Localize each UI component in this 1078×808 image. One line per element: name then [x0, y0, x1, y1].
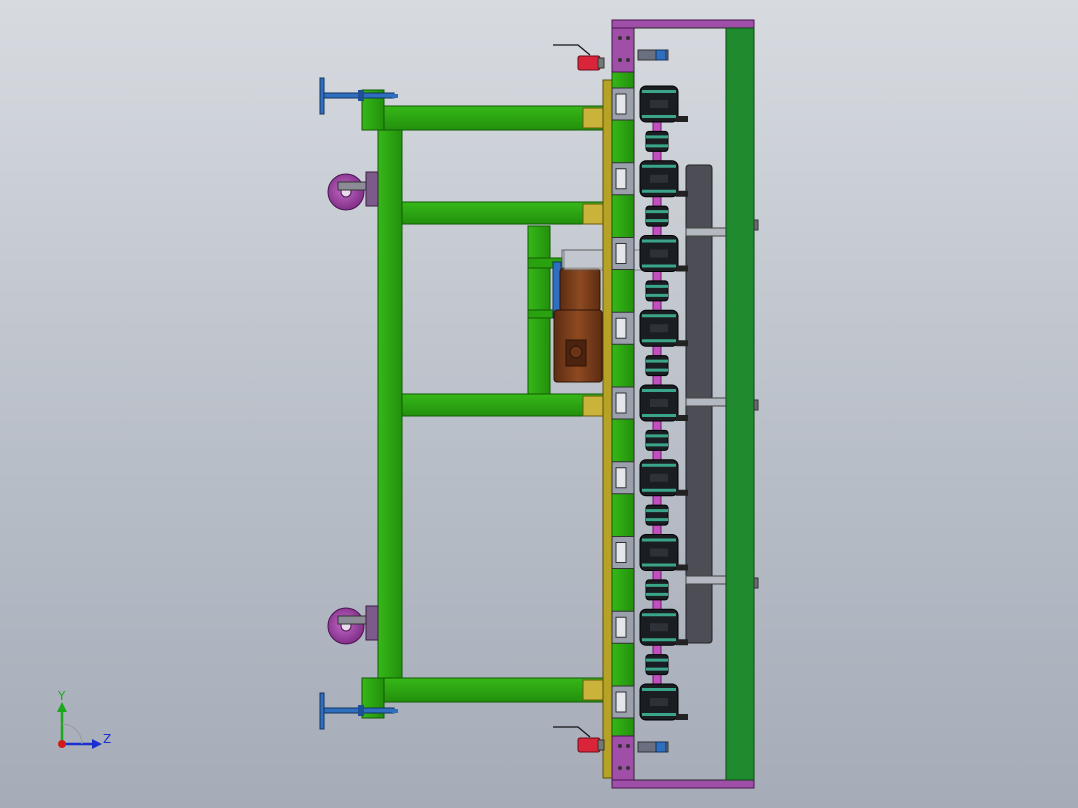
side-panel — [725, 27, 755, 781]
roller-assembly — [611, 235, 688, 272]
shaft-coupling — [645, 504, 669, 526]
beam-end-plates — [582, 107, 604, 701]
roller-assembly — [611, 683, 688, 721]
end-sensor-top — [637, 49, 669, 61]
side-panel-tabs — [753, 219, 759, 589]
motor-mount-bar-2 — [527, 309, 555, 319]
frame-cross-beam-2 — [401, 393, 605, 417]
frame-left-post — [377, 127, 403, 681]
caster-wheel-bottom[interactable] — [327, 605, 379, 645]
coordinate-triad: Y Z — [57, 689, 111, 749]
gearbox — [559, 267, 601, 313]
shaft-coupling — [645, 280, 669, 302]
proximity-sensor-bottom[interactable] — [553, 726, 605, 753]
frame-cross-beam-1 — [401, 201, 605, 225]
main-frame[interactable] — [361, 89, 605, 719]
shaft-coupling — [645, 429, 669, 451]
shaft-coupling — [645, 654, 669, 676]
triad-y-label: Y — [57, 689, 66, 703]
caster-wheel-top[interactable] — [327, 171, 379, 211]
roller-array — [611, 85, 688, 721]
triad-x-axis — [58, 740, 66, 748]
frame-bottom-beam — [361, 677, 605, 703]
roller-assembly — [611, 384, 688, 422]
roller-assembly — [611, 608, 688, 646]
shaft-coupling — [645, 205, 669, 227]
shaft-coupling — [645, 130, 669, 152]
end-sensor-bottom — [637, 741, 669, 753]
triad-z-label: Z — [103, 732, 111, 746]
roller-assembly — [611, 85, 688, 123]
roller-assembly — [611, 534, 688, 571]
frame-top-beam — [361, 105, 605, 131]
cad-viewport[interactable]: Y Z — [0, 0, 1078, 808]
roller-assembly — [611, 160, 688, 198]
roller-assembly — [611, 459, 688, 497]
roller-assembly — [611, 309, 688, 347]
shaft-coupling — [645, 579, 669, 601]
shaft-coupling — [645, 355, 669, 377]
proximity-sensor-top[interactable] — [553, 44, 605, 71]
